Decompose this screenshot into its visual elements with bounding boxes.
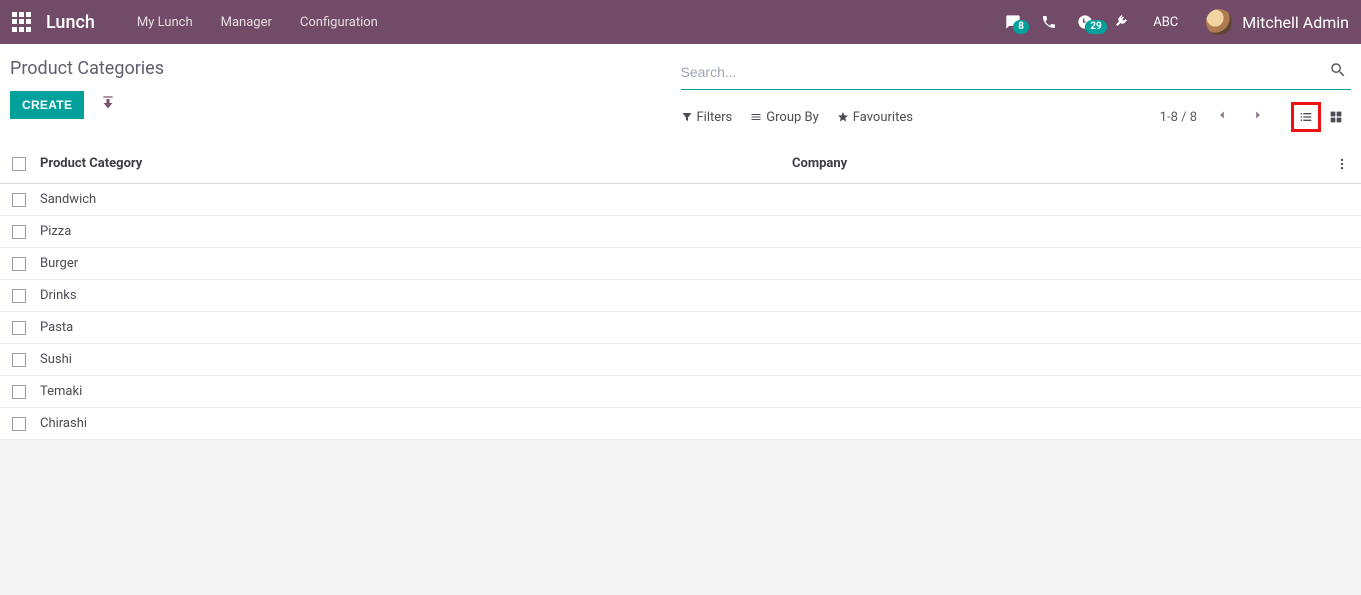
cell-category: Pasta xyxy=(40,320,792,335)
table-row[interactable]: Pasta xyxy=(0,312,1361,344)
cell-category: Chirashi xyxy=(40,416,792,431)
row-checkbox[interactable] xyxy=(12,193,26,207)
chevron-right-icon xyxy=(1251,108,1265,122)
menu-configuration[interactable]: Configuration xyxy=(286,15,392,30)
download-icon xyxy=(100,95,116,111)
pager-prev[interactable] xyxy=(1211,104,1233,130)
apps-icon[interactable] xyxy=(12,12,32,32)
menu-my-lunch[interactable]: My Lunch xyxy=(123,15,207,30)
cell-category: Drinks xyxy=(40,288,792,303)
search-button[interactable] xyxy=(1325,57,1351,86)
search-input[interactable] xyxy=(681,64,1326,80)
table-row[interactable]: Burger xyxy=(0,248,1361,280)
messages-button[interactable]: 8 xyxy=(995,14,1031,30)
cell-category: Sushi xyxy=(40,352,792,367)
optional-columns-button[interactable] xyxy=(1319,157,1349,171)
table-row[interactable]: Chirashi xyxy=(0,408,1361,440)
row-checkbox[interactable] xyxy=(12,321,26,335)
favourites-button[interactable]: Favourites xyxy=(837,110,913,125)
app-brand[interactable]: Lunch xyxy=(46,12,95,33)
col-header-category[interactable]: Product Category xyxy=(40,156,792,171)
avatar xyxy=(1206,9,1232,35)
row-checkbox[interactable] xyxy=(12,289,26,303)
company-switcher[interactable]: ABC xyxy=(1139,15,1192,30)
table-header: Product Category Company xyxy=(0,144,1361,184)
pager-text[interactable]: 1-8 / 8 xyxy=(1160,110,1197,125)
activities-button[interactable]: 29 xyxy=(1067,14,1103,30)
groupby-button[interactable]: Group By xyxy=(750,110,819,125)
export-button[interactable] xyxy=(94,89,122,121)
create-button[interactable]: CREATE xyxy=(10,91,84,119)
phone-icon xyxy=(1041,14,1057,30)
chevron-left-icon xyxy=(1215,108,1229,122)
view-list-button[interactable] xyxy=(1291,102,1321,132)
page-title: Product Categories xyxy=(10,54,681,89)
debug-button[interactable] xyxy=(1103,14,1139,30)
filters-button[interactable]: Filters xyxy=(681,110,733,125)
table-row[interactable]: Pizza xyxy=(0,216,1361,248)
kanban-view-icon xyxy=(1328,109,1344,125)
control-panel-top: Product Categories CREATE Filters xyxy=(0,44,1361,144)
table-row[interactable]: Sandwich xyxy=(0,184,1361,216)
user-name: Mitchell Admin xyxy=(1242,13,1349,32)
search-icon xyxy=(1329,61,1347,79)
select-all-checkbox[interactable] xyxy=(12,157,26,171)
cell-category: Pizza xyxy=(40,224,792,239)
view-kanban-button[interactable] xyxy=(1321,102,1351,132)
row-checkbox[interactable] xyxy=(12,385,26,399)
row-checkbox[interactable] xyxy=(12,225,26,239)
cell-category: Temaki xyxy=(40,384,792,399)
row-checkbox[interactable] xyxy=(12,417,26,431)
row-checkbox[interactable] xyxy=(12,353,26,367)
list-view: Product Category Company Sandwich Pizza Bu… xyxy=(0,144,1361,440)
funnel-icon xyxy=(681,111,693,123)
search-bar xyxy=(681,54,1352,90)
list-view-icon xyxy=(1298,109,1314,125)
table-row[interactable]: Sushi xyxy=(0,344,1361,376)
phone-button[interactable] xyxy=(1031,14,1067,30)
user-menu[interactable]: Mitchell Admin xyxy=(1192,9,1349,35)
kebab-icon xyxy=(1335,157,1349,171)
cell-category: Sandwich xyxy=(40,192,792,207)
messages-badge: 8 xyxy=(1013,20,1029,34)
star-icon xyxy=(837,111,849,123)
table-row[interactable]: Temaki xyxy=(0,376,1361,408)
wrench-icon xyxy=(1113,14,1129,30)
menu-manager[interactable]: Manager xyxy=(207,15,286,30)
table-row[interactable]: Drinks xyxy=(0,280,1361,312)
col-header-company[interactable]: Company xyxy=(792,156,1319,171)
pager: 1-8 / 8 xyxy=(1160,104,1269,130)
cell-category: Burger xyxy=(40,256,792,271)
pager-next[interactable] xyxy=(1247,104,1269,130)
list-icon xyxy=(750,111,762,123)
navbar: Lunch My Lunch Manager Configuration 8 2… xyxy=(0,0,1361,44)
row-checkbox[interactable] xyxy=(12,257,26,271)
